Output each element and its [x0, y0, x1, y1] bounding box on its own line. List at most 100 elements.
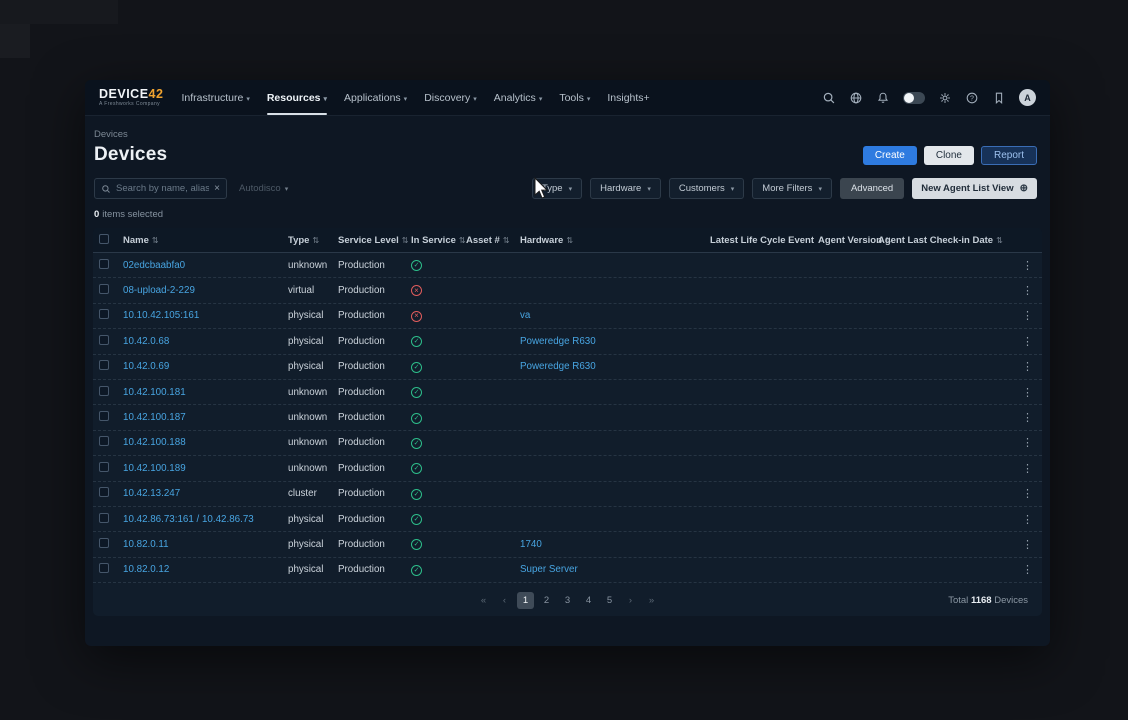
row-checkbox[interactable] — [99, 259, 109, 269]
filter-dropdown[interactable]: Customers — [669, 178, 744, 199]
sort-icon[interactable] — [152, 235, 159, 246]
sort-icon[interactable] — [996, 235, 1003, 246]
filter-dropdown[interactable]: More Filters — [752, 178, 832, 199]
bookmark-icon[interactable] — [992, 91, 1006, 105]
device-name-link[interactable]: 10.42.86.73:161 / 10.42.86.73 — [123, 514, 288, 525]
row-actions-button[interactable] — [1021, 411, 1034, 424]
row-checkbox[interactable] — [99, 411, 109, 421]
row-checkbox[interactable] — [99, 513, 109, 523]
nav-item[interactable]: Tools — [559, 92, 590, 104]
row-actions-button[interactable] — [1021, 309, 1034, 322]
device-name-link[interactable]: 10.82.0.11 — [123, 539, 288, 550]
next-page-button[interactable]: › — [622, 592, 639, 609]
sort-icon[interactable] — [566, 235, 573, 246]
row-checkbox[interactable] — [99, 386, 109, 396]
search-icon[interactable] — [822, 91, 836, 105]
page-button[interactable]: 5 — [601, 592, 618, 609]
row-checkbox[interactable] — [99, 563, 109, 573]
filter-dropdown[interactable]: Type — [532, 178, 582, 199]
column-header[interactable]: Name — [123, 235, 288, 246]
select-all-checkbox[interactable] — [99, 234, 109, 244]
report-button[interactable]: Report — [981, 146, 1037, 165]
row-checkbox[interactable] — [99, 462, 109, 472]
user-avatar[interactable]: A — [1019, 89, 1036, 106]
brand-logo[interactable]: DEVICE42 A Freshworks Company — [99, 88, 163, 108]
row-checkbox[interactable] — [99, 335, 109, 345]
row-checkbox[interactable] — [99, 360, 109, 370]
globe-icon[interactable] — [849, 91, 863, 105]
hardware-link[interactable]: 1740 — [520, 539, 710, 550]
row-checkbox[interactable] — [99, 284, 109, 294]
theme-toggle[interactable] — [903, 92, 925, 104]
hardware-link[interactable]: Super Server — [520, 564, 710, 575]
row-checkbox[interactable] — [99, 309, 109, 319]
nav-item[interactable]: Analytics — [494, 92, 543, 104]
row-actions-button[interactable] — [1021, 538, 1034, 551]
first-page-button[interactable]: « — [475, 592, 492, 609]
device-name-link[interactable]: 10.42.13.247 — [123, 488, 288, 499]
row-actions-button[interactable] — [1021, 563, 1034, 576]
row-checkbox[interactable] — [99, 538, 109, 548]
row-actions-button[interactable] — [1021, 513, 1034, 526]
new-agent-list-view-button[interactable]: New Agent List View — [912, 178, 1037, 199]
help-icon[interactable]: ? — [965, 91, 979, 105]
row-actions-button[interactable] — [1021, 284, 1034, 297]
column-header[interactable]: In Service — [411, 235, 466, 246]
page-button[interactable]: 2 — [538, 592, 555, 609]
page-button[interactable]: 1 — [517, 592, 534, 609]
device-name-link[interactable]: 10.42.100.189 — [123, 463, 288, 474]
column-header[interactable]: Agent Last Check-in Date — [878, 235, 1021, 246]
device-name-link[interactable]: 08-upload-2-229 — [123, 285, 288, 296]
breadcrumb[interactable]: Devices — [94, 129, 1037, 140]
nav-item[interactable]: Discovery — [424, 92, 477, 104]
column-header[interactable]: Latest Life Cycle Event — [710, 235, 818, 246]
prev-page-button[interactable]: ‹ — [496, 592, 513, 609]
device-name-link[interactable]: 10.10.42.105:161 — [123, 310, 288, 321]
column-header[interactable]: Hardware — [520, 235, 710, 246]
filter-dropdown[interactable]: Hardware — [590, 178, 661, 199]
nav-item[interactable]: Resources — [267, 92, 327, 104]
gear-icon[interactable] — [938, 91, 952, 105]
hardware-link[interactable]: va — [520, 310, 710, 321]
sort-icon[interactable] — [459, 235, 466, 246]
row-actions-button[interactable] — [1021, 436, 1034, 449]
clone-button[interactable]: Clone — [924, 146, 974, 165]
row-checkbox[interactable] — [99, 436, 109, 446]
row-actions-button[interactable] — [1021, 462, 1034, 475]
device-name-link[interactable]: 10.82.0.12 — [123, 564, 288, 575]
row-actions-button[interactable] — [1021, 259, 1034, 272]
row-actions-button[interactable] — [1021, 487, 1034, 500]
autodisco-dropdown[interactable]: Autodisco — [239, 183, 288, 194]
page-button[interactable]: 4 — [580, 592, 597, 609]
row-actions-button[interactable] — [1021, 335, 1034, 348]
nav-item[interactable]: Applications — [344, 92, 407, 104]
nav-item[interactable]: Insights+ — [607, 92, 652, 104]
device-name-link[interactable]: 10.42.100.188 — [123, 437, 288, 448]
device-name-link[interactable]: 02edcbaabfa0 — [123, 260, 288, 271]
create-button[interactable]: Create — [863, 146, 917, 165]
search-box[interactable]: × — [94, 178, 227, 199]
row-actions-button[interactable] — [1021, 360, 1034, 373]
page-button[interactable]: 3 — [559, 592, 576, 609]
bell-icon[interactable] — [876, 91, 890, 105]
search-input[interactable] — [116, 183, 209, 194]
sort-icon[interactable] — [312, 235, 319, 246]
advanced-button[interactable]: Advanced — [840, 178, 904, 199]
hardware-link[interactable]: Poweredge R630 — [520, 336, 710, 347]
sort-icon[interactable] — [402, 235, 409, 246]
row-actions-button[interactable] — [1021, 386, 1034, 399]
hardware-link[interactable]: Poweredge R630 — [520, 361, 710, 372]
column-header[interactable]: Service Level — [338, 235, 411, 246]
column-header[interactable]: Asset # — [466, 235, 520, 246]
nav-item[interactable]: Infrastructure — [181, 92, 249, 104]
column-header[interactable]: Type — [288, 235, 338, 246]
device-name-link[interactable]: 10.42.100.181 — [123, 387, 288, 398]
last-page-button[interactable]: » — [643, 592, 660, 609]
device-name-link[interactable]: 10.42.100.187 — [123, 412, 288, 423]
column-header[interactable]: Agent Version — [818, 235, 878, 246]
clear-search-icon[interactable]: × — [214, 184, 220, 194]
device-name-link[interactable]: 10.42.0.68 — [123, 336, 288, 347]
device-name-link[interactable]: 10.42.0.69 — [123, 361, 288, 372]
row-checkbox[interactable] — [99, 487, 109, 497]
sort-icon[interactable] — [503, 235, 510, 246]
